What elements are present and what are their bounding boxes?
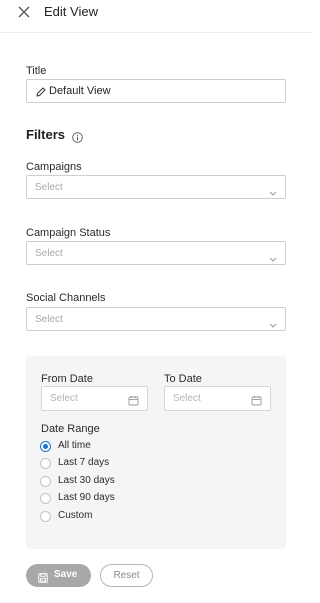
- chevron-down-icon: [269, 184, 277, 196]
- to-date-label: To Date: [164, 373, 202, 385]
- filters-heading: Filters: [26, 127, 66, 142]
- radio-last-7-days[interactable]: Last 7 days: [40, 456, 109, 470]
- radio-label: Custom: [58, 510, 93, 521]
- close-icon[interactable]: [15, 3, 33, 21]
- pencil-icon: [35, 85, 47, 97]
- date-range-label: Date Range: [41, 423, 100, 435]
- chevron-down-icon: [269, 316, 277, 328]
- to-date-input[interactable]: Select: [164, 386, 271, 411]
- title-value: Default View: [49, 85, 111, 97]
- save-label: Save: [54, 569, 78, 580]
- radio-label: Last 30 days: [58, 475, 115, 486]
- campaign-status-placeholder: Select: [35, 248, 63, 259]
- from-date-input[interactable]: Select: [41, 386, 148, 411]
- campaign-status-label: Campaign Status: [26, 227, 111, 239]
- from-date-label: From Date: [41, 373, 93, 385]
- from-date-placeholder: Select: [50, 393, 78, 404]
- header: Edit View: [0, 0, 312, 33]
- radio-button[interactable]: [40, 510, 51, 522]
- social-channels-placeholder: Select: [35, 314, 63, 325]
- radio-button[interactable]: [40, 492, 51, 504]
- radio-label: Last 90 days: [58, 492, 115, 503]
- radio-button[interactable]: [40, 457, 51, 469]
- radio-last-30-days[interactable]: Last 30 days: [40, 474, 115, 488]
- radio-button[interactable]: [40, 440, 51, 452]
- radio-button[interactable]: [40, 475, 51, 487]
- title-label: Title: [26, 65, 47, 77]
- calendar-icon: [128, 393, 139, 406]
- to-date-placeholder: Select: [173, 393, 201, 404]
- radio-all-time[interactable]: All time: [40, 439, 91, 453]
- radio-label: All time: [58, 440, 91, 451]
- social-channels-label: Social Channels: [26, 292, 106, 304]
- social-channels-select[interactable]: Select: [26, 307, 286, 331]
- chevron-down-icon: [269, 250, 277, 262]
- save-icon: [38, 570, 48, 583]
- info-icon[interactable]: [72, 130, 83, 143]
- radio-label: Last 7 days: [58, 457, 110, 468]
- campaigns-placeholder: Select: [35, 182, 63, 193]
- page-title: Edit View: [44, 4, 98, 19]
- radio-last-90-days[interactable]: Last 90 days: [40, 491, 115, 505]
- save-button[interactable]: Save: [26, 564, 91, 587]
- reset-button[interactable]: Reset: [100, 564, 153, 587]
- reset-label: Reset: [113, 570, 140, 581]
- title-input[interactable]: Default View: [26, 79, 286, 103]
- calendar-icon: [251, 393, 262, 406]
- campaign-status-select[interactable]: Select: [26, 241, 286, 265]
- campaigns-label: Campaigns: [26, 161, 82, 173]
- date-panel: From Date To Date Select Select Date Ran…: [26, 356, 286, 549]
- campaigns-select[interactable]: Select: [26, 175, 286, 199]
- radio-custom[interactable]: Custom: [40, 509, 92, 523]
